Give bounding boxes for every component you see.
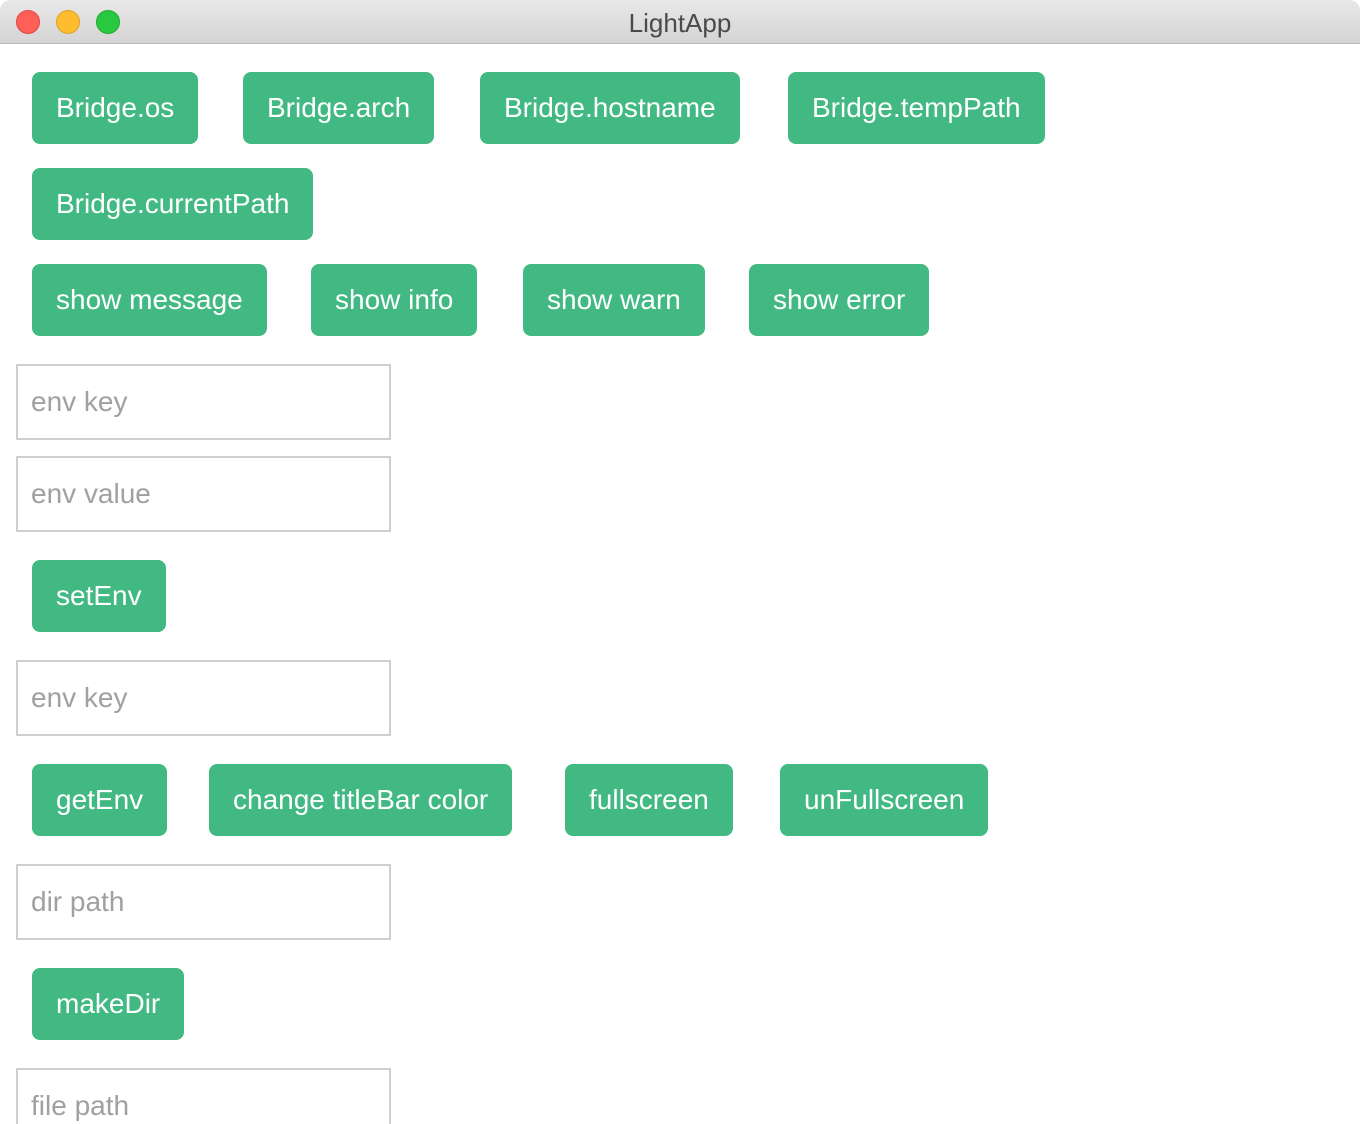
bridge-os-button[interactable]: Bridge.os [32,72,199,144]
get-env-button[interactable]: getEnv [32,764,168,836]
show-warn-button[interactable]: show warn [523,264,705,336]
bridge-current-path-button[interactable]: Bridge.currentPath [32,168,314,240]
unfullscreen-button[interactable]: unFullscreen [780,764,989,836]
fullscreen-button[interactable]: fullscreen [565,764,733,836]
set-env-button[interactable]: setEnv [32,560,166,632]
app-window: LightApp Bridge.os Bridge.arch Bridge.ho… [0,0,1360,1124]
set-env-key-input[interactable] [16,364,391,440]
main-content: Bridge.os Bridge.arch Bridge.hostname Br… [0,44,1360,1124]
show-error-button[interactable]: show error [749,264,930,336]
bridge-arch-button[interactable]: Bridge.arch [243,72,435,144]
get-env-key-input[interactable] [16,660,391,736]
title-bar: LightApp [0,0,1360,44]
change-titlebar-color-button[interactable]: change titleBar color [209,764,513,836]
window-title: LightApp [628,8,732,38]
show-info-button[interactable]: show info [311,264,478,336]
set-env-value-input[interactable] [16,456,391,532]
file-path-input[interactable] [16,1068,391,1124]
bridge-hostname-button[interactable]: Bridge.hostname [480,72,740,144]
dir-path-input[interactable] [16,864,391,940]
show-message-button[interactable]: show message [32,264,267,336]
bridge-temp-path-button[interactable]: Bridge.tempPath [788,72,1045,144]
make-dir-button[interactable]: makeDir [32,968,185,1040]
